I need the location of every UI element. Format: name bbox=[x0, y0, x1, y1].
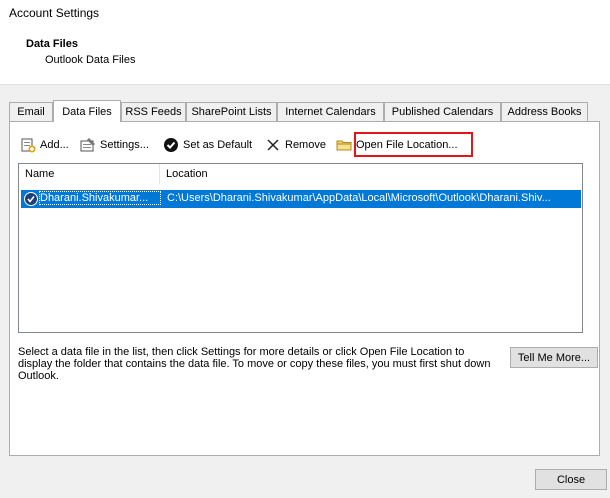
tab-address-books[interactable]: Address Books bbox=[501, 102, 588, 121]
tell-me-more-button[interactable]: Tell Me More... bbox=[510, 347, 598, 368]
tab-email[interactable]: Email bbox=[9, 102, 53, 121]
default-check-icon bbox=[24, 192, 38, 206]
list-item-location: C:\Users\Dharani.Shivakumar\AppData\Loca… bbox=[167, 192, 551, 204]
close-icon bbox=[265, 137, 281, 153]
column-header-location[interactable]: Location bbox=[159, 164, 579, 184]
remove-button[interactable]: Remove bbox=[265, 134, 326, 156]
title-bar: Account Settings bbox=[0, 0, 610, 24]
data-files-list[interactable]: Name Location Dharani.Shivakumar... C:\U… bbox=[18, 163, 583, 333]
tab-rss-feeds[interactable]: RSS Feeds bbox=[121, 102, 186, 121]
list-item-name: Dharani.Shivakumar... bbox=[39, 191, 161, 205]
help-description: Select a data file in the list, then cli… bbox=[18, 346, 491, 382]
add-file-icon bbox=[20, 137, 36, 153]
checkmark-circle-icon bbox=[163, 137, 179, 153]
window-title: Account Settings bbox=[9, 6, 100, 20]
set-as-default-button[interactable]: Set as Default bbox=[163, 134, 252, 156]
add-button[interactable]: Add... bbox=[20, 134, 69, 156]
tab-sharepoint-lists[interactable]: SharePoint Lists bbox=[186, 102, 277, 121]
list-item[interactable]: Dharani.Shivakumar... C:\Users\Dharani.S… bbox=[21, 190, 581, 208]
folder-icon bbox=[336, 137, 352, 153]
settings-button[interactable]: Settings... bbox=[80, 134, 149, 156]
settings-icon bbox=[80, 137, 96, 153]
tab-internet-calendars[interactable]: Internet Calendars bbox=[277, 102, 384, 121]
highlight-box bbox=[354, 132, 473, 157]
tab-data-files[interactable]: Data Files bbox=[53, 100, 121, 122]
header-subtitle: Outlook Data Files bbox=[45, 54, 136, 66]
close-button[interactable]: Close bbox=[535, 469, 607, 490]
dialog-header: Data Files Outlook Data Files bbox=[0, 24, 610, 84]
tab-published-calendars[interactable]: Published Calendars bbox=[384, 102, 501, 121]
column-header-name[interactable]: Name bbox=[19, 164, 159, 184]
header-title: Data Files bbox=[26, 38, 78, 50]
